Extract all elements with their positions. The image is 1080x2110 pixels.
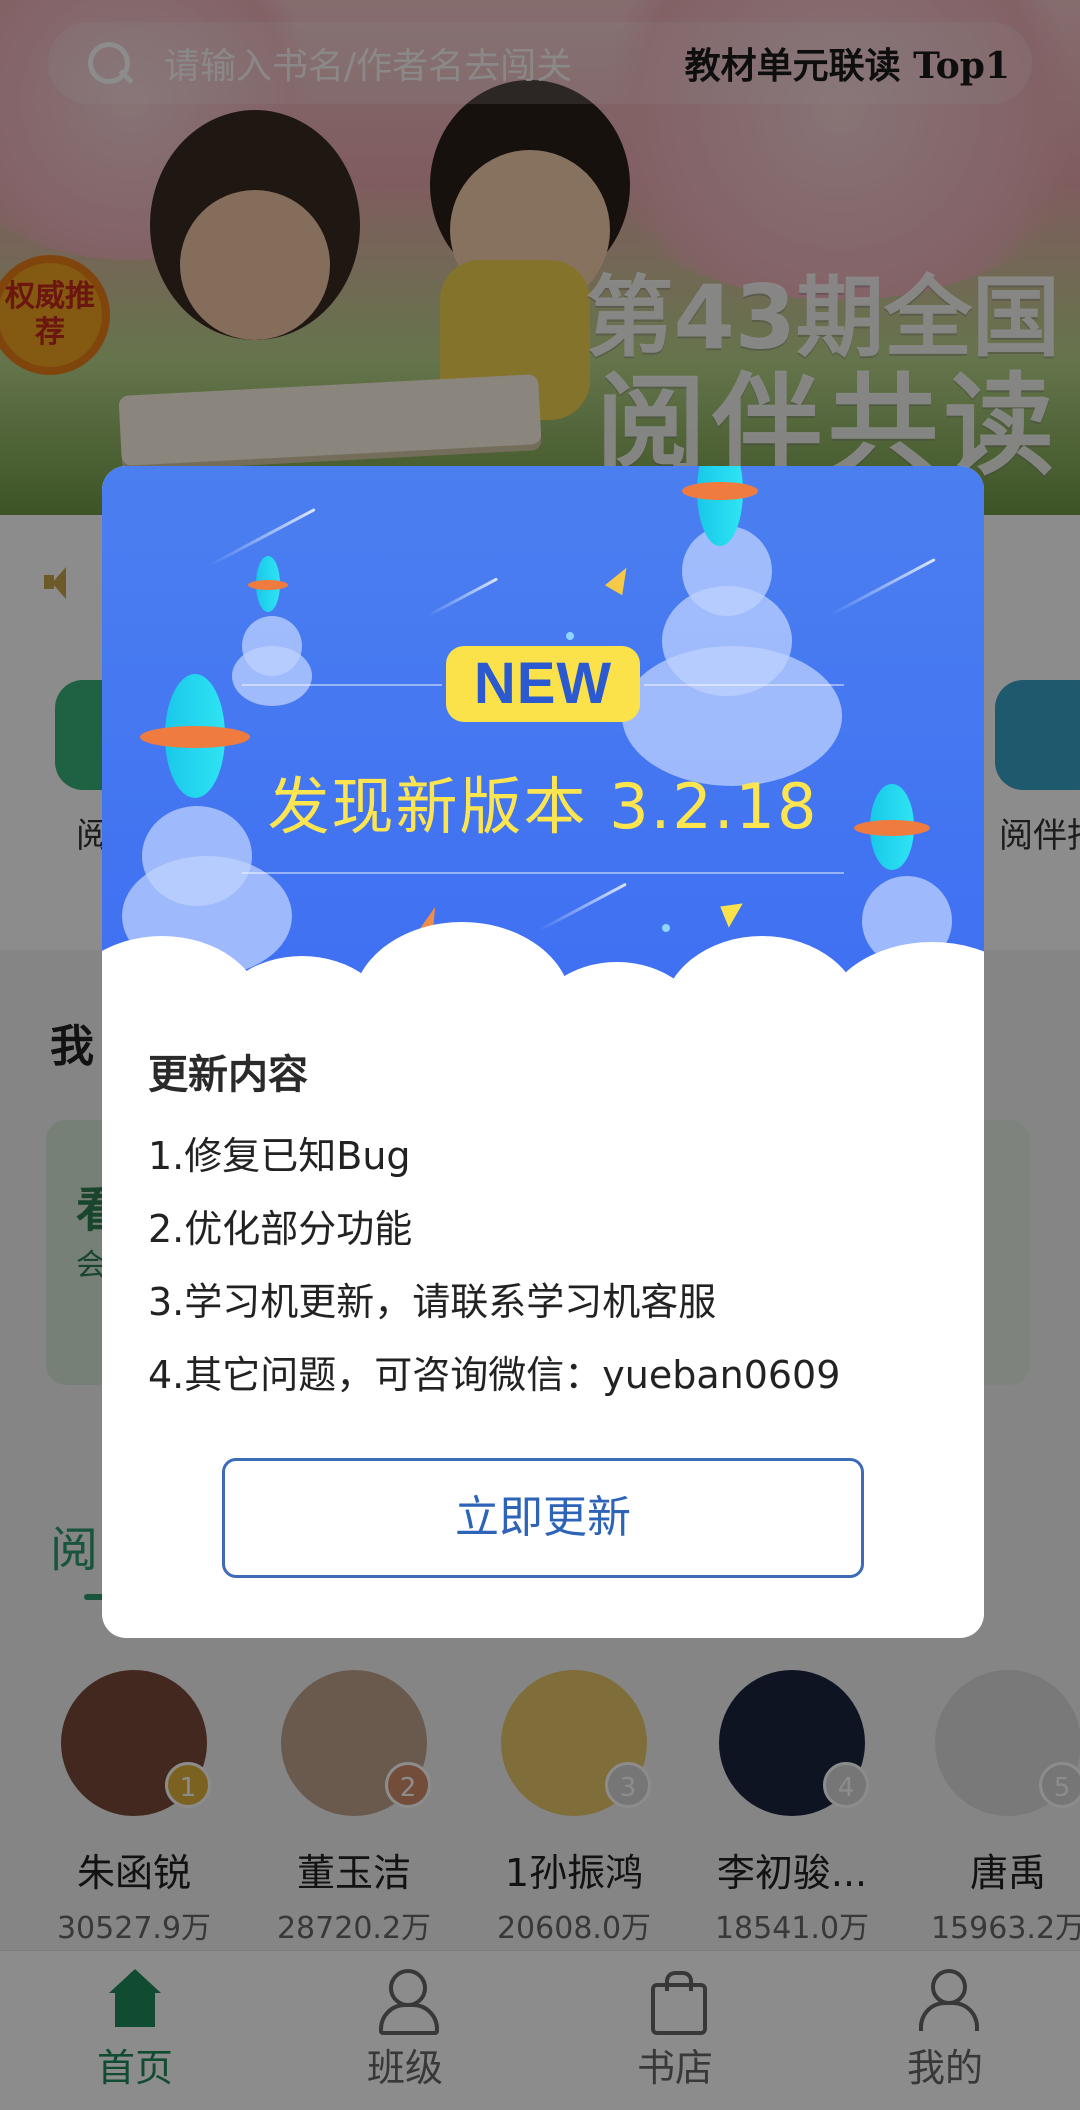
new-badge: NEW [446, 646, 640, 722]
version-title: 发现新版本 3.2.18 [267, 770, 819, 843]
cloud-decoration [822, 942, 984, 1026]
triangle-decoration [604, 562, 636, 596]
rocket-body [697, 466, 743, 546]
dialog-hero: NEW 发现新版本 3.2.18 [102, 466, 984, 1026]
divider [242, 872, 844, 874]
rocket-ring [248, 580, 288, 590]
update-content-item: 1.修复已知Bug [148, 1134, 411, 1178]
triangle-decoration [713, 894, 743, 928]
dot-decoration [662, 924, 670, 932]
rocket-decoration [682, 466, 758, 546]
update-dialog: NEW 发现新版本 3.2.18 更新内容 1.修复已知Bug 2.优化部分功能… [102, 466, 984, 1638]
rocket-ring [140, 726, 250, 748]
update-content-list: 1.修复已知Bug 2.优化部分功能 3.学习机更新，请联系学习机客服 4.其它… [148, 1120, 840, 1412]
update-now-button[interactable]: 立即更新 [222, 1458, 864, 1578]
streak-decoration [425, 577, 499, 618]
update-content-item: 2.优化部分功能 [148, 1207, 413, 1251]
streak-decoration [828, 558, 936, 617]
rocket-ring [682, 482, 758, 500]
update-content-item: 3.学习机更新，请联系学习机客服 [148, 1280, 717, 1324]
divider [644, 684, 844, 686]
update-content-title: 更新内容 [148, 1052, 308, 1098]
divider [242, 684, 442, 686]
streak-decoration [537, 882, 627, 933]
rocket-decoration [248, 556, 288, 612]
dot-decoration [566, 632, 574, 640]
update-content-item: 4.其它问题，可咨询微信：yueban0609 [148, 1353, 841, 1397]
